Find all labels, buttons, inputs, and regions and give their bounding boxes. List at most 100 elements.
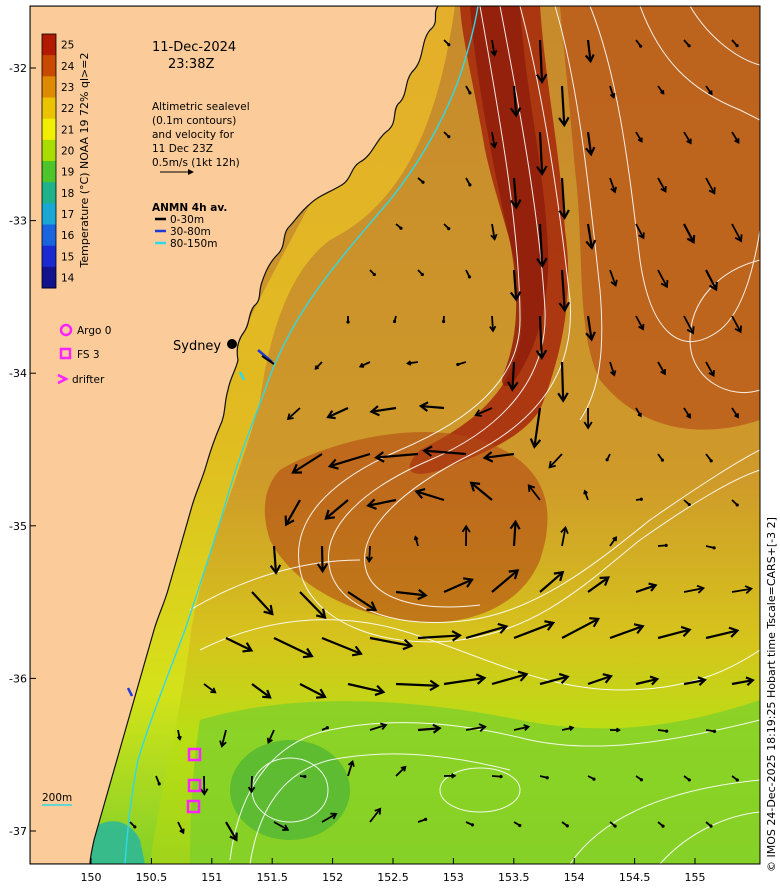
velocity-arrow-head — [709, 824, 713, 828]
fs-legend-label: FS 3 — [77, 349, 100, 361]
colorbar-segment — [42, 97, 56, 120]
colorbar-tick-label: 23 — [61, 82, 74, 94]
colorbar-segment — [42, 203, 56, 225]
velocity-arrow-head — [687, 778, 691, 782]
colorbar-tick-label: 16 — [61, 230, 75, 242]
velocity-arrow-head — [639, 44, 643, 48]
x-tick-label: 154.5 — [619, 871, 651, 884]
velocity-arrow-head — [518, 823, 522, 828]
velocity-arrow-head — [613, 824, 617, 828]
colorbar-segment — [42, 76, 56, 98]
colorbar-tick-label: 15 — [61, 251, 74, 263]
velocity-arrow-head — [157, 782, 161, 786]
y-tick-label: -37 — [9, 825, 27, 838]
velocity-arrow-head — [639, 497, 643, 501]
y-tick-label: -34 — [9, 367, 27, 380]
x-tick-label: 150.5 — [136, 871, 168, 884]
velocity-arrow-head — [442, 319, 446, 324]
colorbar-segment — [42, 161, 56, 183]
anmn-title: ANMN 4h av. — [152, 202, 227, 214]
x-tick-label: 153.5 — [498, 871, 530, 884]
velocity-arrow-head — [592, 777, 596, 781]
velocity-arrow-head — [470, 823, 475, 827]
x-tick-label: 151.5 — [256, 871, 288, 884]
x-tick-label: 150 — [81, 871, 102, 884]
credit-text: © IMOS 24-Dec-2025 18:19:25 Hobart time … — [765, 517, 778, 872]
velocity-arrow-head — [545, 776, 549, 780]
velocity-arrow-head — [421, 180, 425, 184]
map-plot-area — [30, 6, 760, 864]
velocity-arrow-head — [325, 726, 329, 730]
altimetry-line: 11 Dec 23Z — [152, 143, 213, 155]
velocity-arrow-head — [346, 320, 350, 324]
y-tick-label: -32 — [9, 62, 27, 75]
velocity-arrow-head — [499, 775, 503, 779]
colorbar-segment — [42, 139, 56, 162]
colorbar-segment — [42, 34, 56, 56]
colorbar-tick-label: 20 — [61, 145, 74, 157]
velocity-arrow-head — [392, 319, 397, 324]
colorbar-tick-label: 14 — [61, 272, 75, 284]
velocity-arrow-head — [447, 227, 451, 231]
y-tick-label: -36 — [9, 672, 27, 685]
velocity-arrow-head — [712, 729, 717, 733]
x-tick-label: 152 — [322, 871, 343, 884]
colorbar-segment — [42, 118, 56, 141]
velocity-arrow-head — [467, 275, 472, 279]
colorbar-tick-label: 24 — [61, 61, 75, 73]
sst-map: 25 24 23 22 21 20 19 18 17 16 15 14 Temperature (°C… — [9, 5, 778, 884]
velocity-arrow-head — [661, 824, 665, 828]
altimetry-line: Altimetric sealevel — [152, 101, 250, 113]
altimetry-line: 0.5m/s (1kt 12h) — [152, 157, 240, 169]
anmn-item-0-30m: 0-30m — [170, 214, 204, 226]
velocity-arrow — [560, 361, 565, 401]
velocity-arrow-head — [133, 825, 137, 829]
velocity-arrow-head — [565, 824, 569, 828]
colorbar-label: Temperature (°C) NOAA 19 72% ql>=2 — [78, 53, 91, 269]
colorbar-tick-label: 22 — [61, 103, 74, 115]
velocity-arrow-head — [372, 272, 376, 277]
velocity-arrow-head — [735, 44, 739, 48]
velocity-arrow-head — [456, 362, 460, 367]
velocity-arrow-head — [639, 778, 644, 782]
x-tick-label: 151 — [201, 871, 222, 884]
colorbar-tick-label: 18 — [61, 188, 74, 200]
y-tick-label: -35 — [9, 520, 27, 533]
colorbar-segment — [42, 266, 56, 289]
velocity-arrow — [320, 545, 324, 572]
isobath-label: 200m — [42, 792, 72, 804]
y-tick-label: -33 — [9, 215, 27, 228]
anmn-item-80-150m: 80-150m — [170, 238, 217, 250]
velocity-arrow-head — [424, 817, 428, 821]
colorbar-tick-label: 19 — [61, 167, 74, 179]
velocity-arrow-head — [665, 729, 669, 733]
velocity-arrow-head — [712, 546, 716, 550]
velocity-arrow-head — [709, 459, 713, 463]
velocity-arrow-head — [687, 44, 691, 48]
drifter-legend-label: drifter — [72, 374, 105, 386]
colorbar-segment — [42, 224, 56, 247]
velocity-arrow-head — [735, 503, 739, 507]
velocity-arrow-head — [664, 543, 668, 547]
colorbar-segment — [42, 55, 56, 77]
velocity-arrow-head — [447, 43, 451, 47]
sydney-label: Sydney — [173, 339, 221, 354]
sydney-dot — [227, 339, 237, 349]
velocity-arrow — [250, 775, 253, 792]
velocity-arrow-head — [660, 458, 665, 462]
colorbar-tick-label: 25 — [61, 40, 74, 52]
colorbar-tick-label: 17 — [61, 209, 74, 221]
x-tick-label: 153 — [443, 871, 464, 884]
velocity-arrow-head — [468, 183, 472, 187]
altimetry-line: (0.1m contours) — [152, 115, 236, 127]
argo-legend-label: Argo 0 — [77, 325, 111, 337]
velocity-arrow-head — [468, 91, 472, 95]
x-tick-label: 152.5 — [377, 871, 409, 884]
map-date: 11-Dec-2024 — [152, 40, 236, 55]
velocity-arrow-head — [687, 502, 691, 507]
map-time: 23:38Z — [168, 57, 214, 72]
velocity-arrow-head — [399, 226, 403, 230]
velocity-arrow-head — [420, 272, 424, 277]
x-tick-label: 154 — [564, 871, 585, 884]
colorbar-tick-label: 21 — [61, 124, 74, 136]
